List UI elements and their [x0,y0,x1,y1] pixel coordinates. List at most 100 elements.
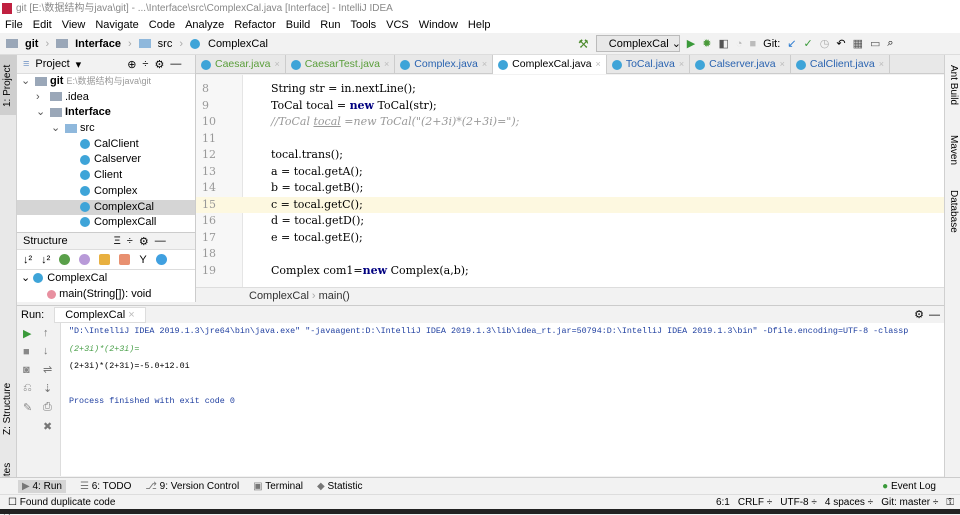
profile-icon[interactable]: ◔ [736,38,743,50]
run-tab[interactable]: ComplexCal × [54,306,146,323]
sort-type-icon[interactable]: ↓² [41,254,50,266]
breadcrumb-method[interactable]: main() [319,290,350,302]
menu-view[interactable]: View [62,17,86,33]
close-icon[interactable]: × [482,55,487,74]
up-arrow-icon[interactable]: ↑ [43,327,52,339]
breadcrumb-class[interactable]: ComplexCal [249,290,309,302]
code-line[interactable]: b = tocal.getB(); [243,180,944,197]
hide-icon[interactable]: — [155,235,166,247]
collapse-icon[interactable]: ÷ [127,235,133,247]
git-rollback-icon[interactable]: ↶ [836,37,845,50]
lock-icon[interactable]: ⚿ [946,495,954,510]
menu-analyze[interactable]: Analyze [185,17,224,33]
menu-navigate[interactable]: Navigate [95,17,138,33]
expand-arrow-icon[interactable]: ⌄ [36,105,50,121]
tree-item[interactable]: CalClient [17,137,195,153]
screenshot-icon[interactable]: ◙ [23,364,32,376]
tree-item[interactable]: ComplexCal [17,199,195,216]
search-icon[interactable]: ⌕ [887,37,893,50]
code-line[interactable]: ToCal tocal = new ToCal(str); [243,98,944,115]
run-console[interactable]: "D:\IntelliJ IDEA 2019.1.3\jre64\bin\jav… [61,323,944,476]
show-inherited-icon[interactable] [59,254,71,265]
expand-arrow-icon[interactable]: ⌄ [21,74,35,90]
code-line[interactable] [243,131,944,148]
settings-gear-icon[interactable]: ⚙ [914,308,924,321]
status-git-branch[interactable]: Git: master ÷ [881,495,938,510]
tool-project-button[interactable]: 1: Project [2,65,13,107]
close-icon[interactable]: × [780,55,785,74]
bottom-tool-statistic[interactable]: ◆ Statistic [317,481,363,492]
show-properties-icon[interactable] [79,254,91,265]
tool-maven-button[interactable]: Maven [948,135,959,165]
nav-crumb-class[interactable]: ComplexCal [208,38,268,50]
tree-item[interactable]: Calserver [17,152,195,168]
code-line[interactable]: a = tocal.getA(); [243,164,944,181]
menu-file[interactable]: File [5,17,23,33]
tab-caesar[interactable]: Caesar.java × [196,55,286,74]
code-editor[interactable]: String str = in.nextLine(); ToCal tocal … [243,75,944,287]
status-position[interactable]: 6:1 [716,495,730,510]
collapse-icon[interactable]: ÷ [142,58,148,70]
status-indent[interactable]: 4 spaces ÷ [825,495,873,510]
expand-arrow-icon[interactable]: ⌄ [51,121,65,137]
autoscroll-icon[interactable] [155,254,167,265]
menu-tools[interactable]: Tools [350,17,376,33]
structure-item-method[interactable]: main(String[]): void [59,288,151,300]
presentation-icon[interactable]: ▭ [870,37,880,50]
code-line[interactable]: c = tocal.getC(); [243,196,944,213]
menu-build[interactable]: Build [286,17,310,33]
code-line[interactable]: //ToCal tocal =new ToCal("(2+3i)*(2+3i)=… [243,114,944,131]
git-update-icon[interactable]: ↙ [787,37,796,50]
rerun-icon[interactable]: ▶ [23,327,32,340]
bottom-tool-versioncontrol[interactable]: ⎇ 9: Version Control [145,481,239,492]
tree-item[interactable]: › .idea [17,90,195,106]
code-line[interactable] [243,246,944,263]
menu-run[interactable]: Run [320,17,340,33]
git-history-icon[interactable]: ◷ [820,37,830,50]
git-commit-icon[interactable]: ✓ [804,37,813,50]
nav-crumb-src[interactable]: src [158,38,173,50]
status-line-separator[interactable]: CRLF ÷ [738,495,772,510]
tab-complexcal[interactable]: ComplexCal.java × [493,55,607,74]
bottom-tool-run[interactable]: ▶ 4: Run [18,479,66,493]
settings-gear-icon[interactable]: ⚙ [154,58,164,71]
close-icon[interactable]: × [679,55,684,74]
nav-crumb-git[interactable]: git [25,38,38,50]
tool-structure-button[interactable]: Z: Structure [2,383,13,435]
status-message[interactable]: ☐ Found duplicate code [8,495,115,510]
bottom-tool-terminal[interactable]: ▣ Terminal [253,481,303,492]
clear-icon[interactable]: ✖ [43,420,52,433]
debug-icon[interactable]: ✹ [702,37,711,50]
stop-icon[interactable]: ■ [23,346,32,358]
project-structure-icon[interactable]: ▦ [853,37,863,50]
code-line[interactable]: String str = in.nextLine(); [243,81,944,98]
expand-icon[interactable]: Ξ [114,235,121,247]
soft-wrap-icon[interactable]: ⇌ [43,363,52,376]
locate-icon[interactable]: ⊕ [127,58,136,71]
tab-complex[interactable]: Complex.java × [395,55,494,74]
bottom-tool-todo[interactable]: ☰ 6: TODO [80,481,131,492]
code-line[interactable]: tocal.trans(); [243,147,944,164]
show-fields-icon[interactable] [99,254,111,265]
close-icon[interactable]: × [384,55,389,74]
code-line[interactable]: d = tocal.getD(); [243,213,944,230]
coverage-icon[interactable]: ◧ [718,37,728,50]
expand-arrow-icon[interactable]: › [36,90,50,106]
tree-item[interactable]: ComplexCall [17,215,195,231]
run-config-select[interactable]: ComplexCal ⌄ [595,35,681,52]
hide-icon[interactable]: — [929,309,940,321]
menu-refactor[interactable]: Refactor [234,17,276,33]
build-hammer-icon[interactable]: ⚒ [578,37,589,51]
tree-item[interactable]: ⌄ Interface [17,105,195,121]
show-non-public-icon[interactable] [119,254,131,265]
tab-calclient[interactable]: CalClient.java × [791,55,890,74]
sort-alpha-icon[interactable]: ↓² [23,254,32,266]
settings-gear-icon[interactable]: ⚙ [139,235,149,248]
tree-item[interactable]: ⌄ git E:\数据结构与java\git [17,74,195,90]
restore-layout-icon[interactable]: ⎌ [23,382,32,395]
menu-window[interactable]: Window [419,17,458,33]
pin-icon[interactable]: ✎ [23,401,32,414]
close-icon[interactable]: × [596,55,601,74]
project-view-select[interactable]: Project [35,58,69,70]
tool-database-button[interactable]: Database [948,190,959,233]
